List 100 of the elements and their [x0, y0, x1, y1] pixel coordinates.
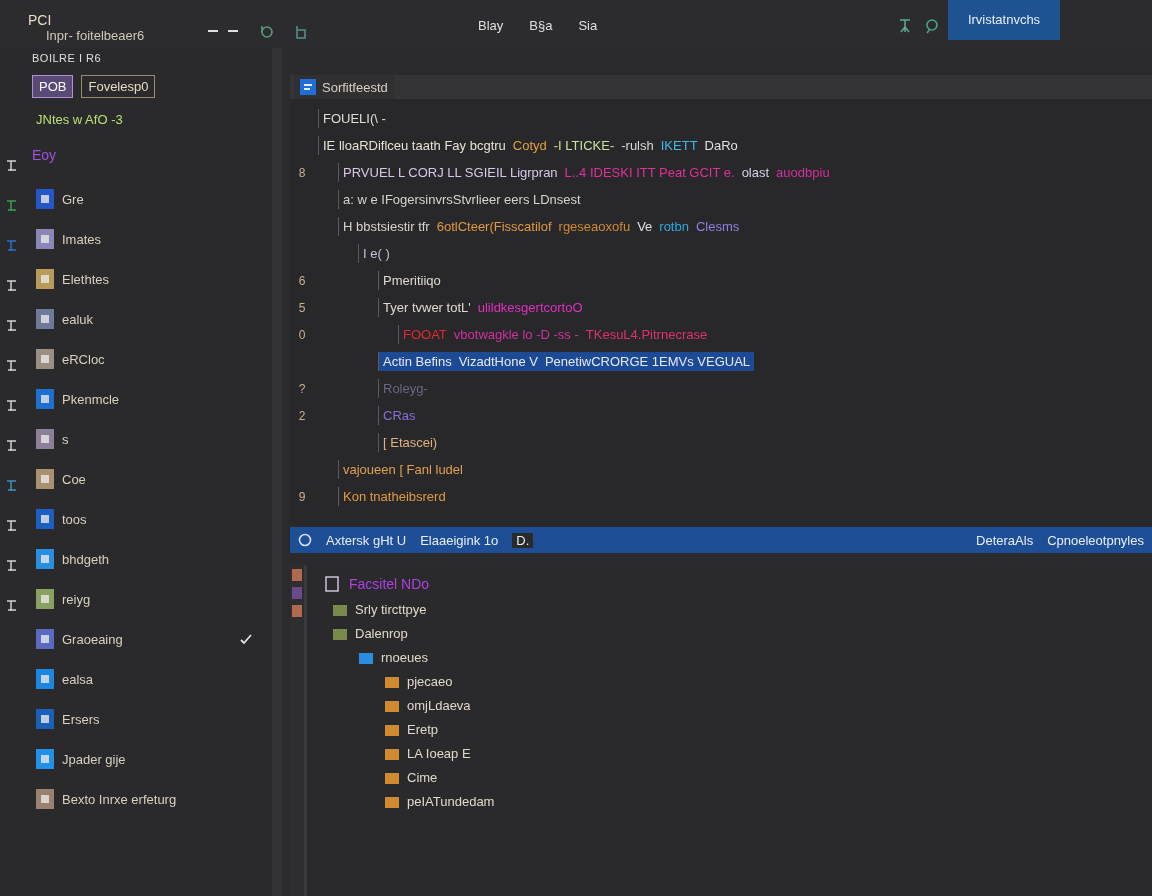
- sidebar-item[interactable]: bhdgeth: [36, 539, 272, 579]
- file-icon: [300, 79, 316, 95]
- tool-icon: [4, 478, 18, 492]
- code-token: I e( ): [363, 246, 390, 261]
- editor-tab[interactable]: Sorfitfeestd: [294, 75, 394, 99]
- sidebar-item[interactable]: Coe: [36, 459, 272, 499]
- code-token: Cotyd: [512, 138, 547, 153]
- code-token: Ve: [637, 219, 653, 234]
- tool-icon: [4, 158, 18, 172]
- code-token: vajoueen [ Fanl ludel: [343, 462, 463, 477]
- tree-item[interactable]: Eretp: [325, 717, 1152, 741]
- code-token: -I LTICKE-: [553, 138, 615, 153]
- code-token: 6otlCteer(Fisscatilof: [436, 219, 552, 234]
- sidebar-item[interactable]: Pkenmcle: [36, 379, 272, 419]
- line-number: 5: [297, 300, 307, 315]
- bookmark-icon: [294, 24, 308, 40]
- code-token: Clesms: [695, 219, 740, 234]
- code-token: FOUELI(\ -: [323, 111, 386, 126]
- code-token: VizadtHone V: [458, 354, 538, 369]
- code-token: a: w e IFogersinvrsStvrlieer eers LDnsest: [343, 192, 581, 207]
- line-number: 6: [297, 273, 307, 288]
- sidebar-item[interactable]: Jpader gije: [36, 739, 272, 779]
- panel-title: Facsitel NDo: [349, 576, 430, 592]
- code-token: PRVUEL L CORJ LL SGIEIL Ligrpran: [343, 165, 558, 180]
- code-token: Actin Befins: [383, 354, 452, 369]
- sidebar-item[interactable]: Ersers: [36, 699, 272, 739]
- window-subtitle: Inpr- foitelbeaer6: [46, 28, 146, 43]
- line-number: 2: [297, 408, 307, 423]
- sidebar-item[interactable]: s: [36, 419, 272, 459]
- status-item[interactable]: D.: [512, 532, 534, 548]
- tool-icon: [4, 238, 18, 252]
- sidebar-item[interactable]: eRCloc: [36, 339, 272, 379]
- tree-item[interactable]: peIATundedam: [325, 789, 1152, 813]
- code-token: Tyer tvwer totL': [383, 300, 471, 315]
- code-token: Roleyg-: [383, 381, 428, 396]
- tree-item[interactable]: omjLdaeva: [325, 693, 1152, 717]
- status-item[interactable]: DeteraAls: [976, 532, 1034, 548]
- code-token: CRas: [383, 408, 416, 423]
- tool-icon: [4, 558, 18, 572]
- status-icon: [298, 533, 312, 547]
- code-token: TKesuL4.Pitrnecrase: [585, 327, 708, 342]
- search-icon: [924, 18, 938, 34]
- app-label: PCI: [28, 12, 53, 28]
- code-token: FOOAT: [403, 327, 447, 342]
- status-item[interactable]: Axtersk gHt U: [326, 532, 407, 548]
- status-item[interactable]: Cpnoeleotpnyles: [1047, 532, 1144, 548]
- tool-icon: [4, 278, 18, 292]
- sidebar-item[interactable]: toos: [36, 499, 272, 539]
- tool-icon: [4, 198, 18, 212]
- code-token: IKETT: [660, 138, 698, 153]
- code-token: DaRo: [704, 138, 738, 153]
- code-token: vbotwagkle lo -D -ss -: [453, 327, 579, 342]
- code-token: rotbn: [659, 219, 689, 234]
- sidebar-tab[interactable]: POB: [32, 74, 74, 98]
- sidebar-item[interactable]: reiyg: [36, 579, 272, 619]
- sync-icon: [260, 24, 274, 40]
- code-token: olast: [741, 165, 770, 180]
- menu-item[interactable]: Blay: [478, 18, 504, 33]
- branch-icon: [898, 18, 912, 34]
- sidebar-item[interactable]: ealuk: [36, 299, 272, 339]
- code-token: PenetiwCRORGE 1EMVs VEGUAL: [544, 354, 751, 369]
- tree-item[interactable]: LA Ioeap E: [325, 741, 1152, 765]
- status-item[interactable]: Elaaeigink 1o: [420, 532, 499, 548]
- tree-item[interactable]: Cime: [325, 765, 1152, 789]
- sidebar-item[interactable]: Elethtes: [36, 259, 272, 299]
- section-label: Eoy: [31, 146, 58, 163]
- action-button[interactable]: Irvistatnvchs: [948, 0, 1060, 40]
- line-number: 8: [297, 165, 307, 180]
- code-token: ulildkesgertcortoO: [477, 300, 583, 315]
- tool-icon: [4, 518, 18, 532]
- code-token: H bbstsiestir tfr: [343, 219, 430, 234]
- menu-item[interactable]: B§a: [529, 18, 553, 33]
- sidebar-item[interactable]: Imates: [36, 219, 272, 259]
- line-number: 0: [297, 327, 307, 342]
- tree-item[interactable]: rnoeues: [325, 645, 1152, 669]
- code-token: rgeseaoxofu: [558, 219, 631, 234]
- tool-icon: [4, 398, 18, 412]
- code-token: -rulsh: [621, 138, 654, 153]
- code-token: [ Etascei): [383, 435, 438, 450]
- sidebar-item[interactable]: Graoeaing: [36, 619, 272, 659]
- tree-item[interactable]: Dalenrop: [325, 621, 1152, 645]
- tool-icon: [4, 358, 18, 372]
- code-token: Pmeritiiqo: [383, 273, 441, 288]
- tool-icon: [4, 438, 18, 452]
- sidebar-tab[interactable]: Fovelesp0: [81, 74, 156, 98]
- code-token: IE lloaRDiflceu taath Fay bcgtru: [323, 138, 506, 153]
- tree-item[interactable]: Srly tircttpye: [325, 597, 1152, 621]
- sidebar-item[interactable]: ealsa: [36, 659, 272, 699]
- check-icon: [240, 633, 252, 645]
- tree-item[interactable]: pjecaeo: [325, 669, 1152, 693]
- filter-label: JNtes w AfO -3: [35, 111, 124, 127]
- sidebar-item[interactable]: Bexto Inrxe erfeturg: [36, 779, 272, 819]
- line-number: ?: [297, 381, 307, 396]
- code-token: auodbpiu: [776, 165, 830, 180]
- tool-icon: [4, 598, 18, 612]
- code-token: L..4 IDESKI ITT Peat GCIT e.: [564, 165, 735, 180]
- menu-item[interactable]: Sia: [578, 18, 598, 33]
- sidebar-header: BOILRE I R6: [31, 51, 103, 66]
- line-number: 9: [297, 489, 307, 504]
- sidebar-item[interactable]: Gre: [36, 179, 272, 219]
